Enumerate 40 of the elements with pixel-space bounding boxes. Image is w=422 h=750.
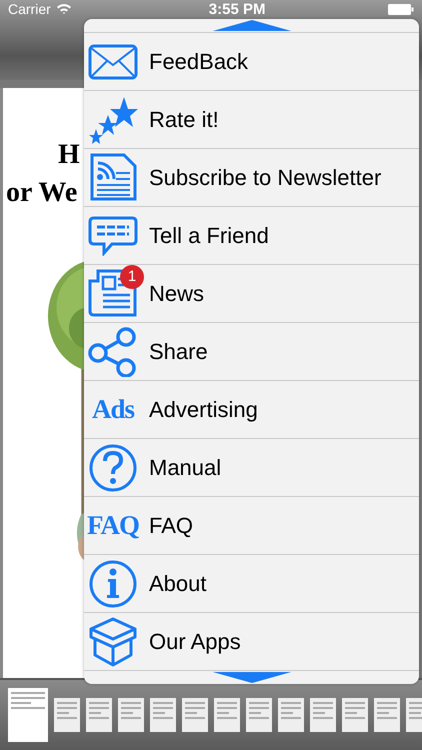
page-thumbnail[interactable] [374,698,400,732]
info-icon [88,558,138,608]
page-thumbnail[interactable] [54,698,80,732]
page-thumbnail[interactable] [86,698,112,732]
newspaper-icon [88,268,138,318]
document-title: H or We [5,138,81,210]
page-thumbnail[interactable] [182,698,208,732]
page-thumbnail[interactable] [214,698,240,732]
envelope-icon [88,44,138,80]
help-icon [88,442,138,492]
page-thumbnail[interactable] [278,698,304,732]
menu-item[interactable]: Subscribe to Newsletter [84,148,419,206]
carrier-label: Carrier [8,1,51,17]
page-thumbnail[interactable] [342,698,368,732]
menu-item[interactable]: Rate it! [84,90,419,148]
box-icon [88,616,138,666]
text-logo-icon: FAQ [87,510,139,541]
battery-icon [388,4,414,14]
menu-item[interactable]: Manual [84,438,419,496]
notification-badge: 1 [120,264,144,288]
stars-icon [88,94,138,144]
page-thumbnail[interactable] [246,698,272,732]
text-logo-icon: Ads [92,394,134,425]
menu-item[interactable]: Ads Advertising [84,380,419,438]
clock-time: 3:55 PM [208,0,266,18]
page-thumbnail[interactable] [8,688,48,742]
menu-item[interactable]: Share [84,322,419,380]
menu-item[interactable]: About [84,554,419,612]
menu-item[interactable]: Tell a Friend [84,206,419,264]
wifi-icon [56,3,72,15]
menu-item[interactable]: 1 News [84,264,419,322]
menu-item[interactable]: FeedBack [84,32,419,90]
rss-document-icon [88,152,138,202]
page-thumbnail[interactable] [118,698,144,732]
share-icon [88,326,138,376]
page-thumbnail[interactable] [310,698,336,732]
menu-item[interactable]: Our Apps [84,612,419,671]
menu-item[interactable]: FAQ FAQ [84,496,419,554]
page-thumbnail[interactable] [150,698,176,732]
chat-bubble-icon [88,216,138,256]
